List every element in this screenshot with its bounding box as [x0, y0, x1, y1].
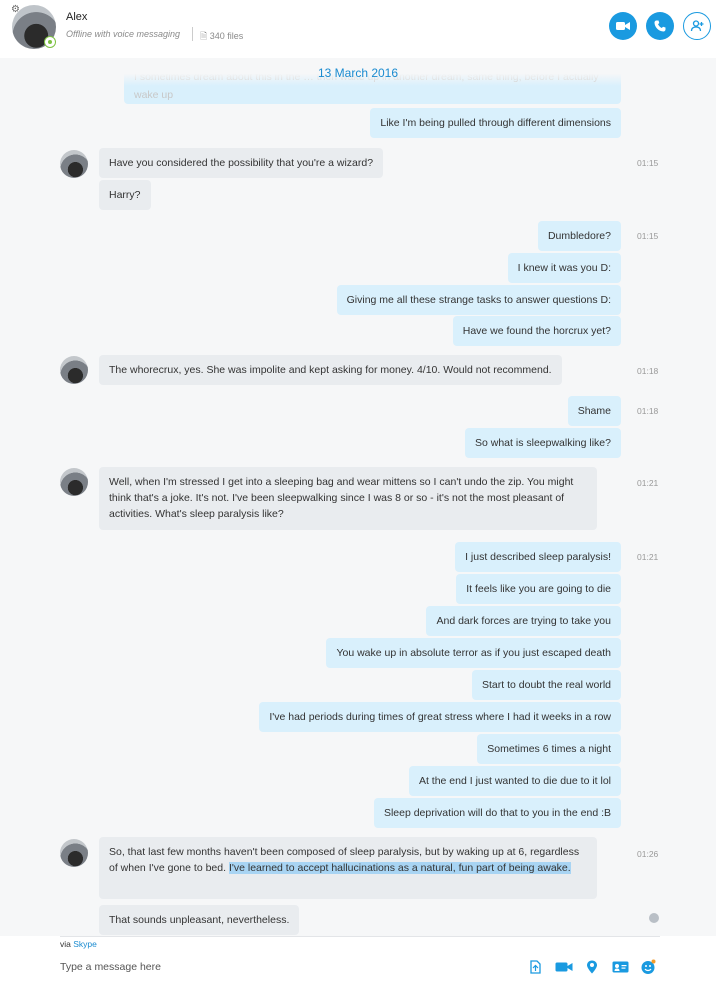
phone-icon: [654, 20, 666, 32]
send-location-button[interactable]: [583, 958, 601, 976]
message-timestamp: 01:21: [637, 478, 659, 488]
message-timestamp: 01:21: [637, 552, 659, 562]
gear-icon[interactable]: ⚙: [11, 4, 20, 15]
shared-files-link[interactable]: 🗎 340 files: [200, 29, 243, 45]
outgoing-message[interactable]: It feels like you are going to die: [456, 574, 621, 604]
send-contact-button[interactable]: [610, 958, 630, 976]
contact-avatar-small[interactable]: [60, 356, 88, 384]
audio-call-button[interactable]: [646, 12, 674, 40]
add-participant-button[interactable]: [683, 12, 711, 40]
incoming-message[interactable]: The whorecrux, yes. She was impolite and…: [99, 355, 562, 385]
incoming-message[interactable]: So, that last few months haven't been co…: [99, 837, 597, 899]
message-timestamp: 01:18: [637, 406, 659, 416]
message-history[interactable]: I sometimes dream about this in the … th…: [0, 58, 716, 936]
add-person-icon: [690, 20, 704, 32]
message-timestamp: 01:18: [637, 366, 659, 376]
message-timestamp: 01:15: [637, 231, 659, 241]
contact-avatar-small[interactable]: [60, 839, 88, 867]
video-call-button[interactable]: [609, 12, 637, 40]
emoticon-button[interactable]: [639, 958, 657, 976]
message-input[interactable]: [60, 958, 500, 976]
outgoing-message[interactable]: At the end I just wanted to die due to i…: [408, 766, 621, 796]
outgoing-message[interactable]: I just described sleep paralysis!: [455, 542, 621, 572]
outgoing-message[interactable]: I knew it was you D:: [507, 253, 621, 283]
date-separator: 13 March 2016: [317, 66, 399, 80]
conversation-header: ⚙ Alex Offline with voice messaging 🗎 34…: [0, 0, 716, 58]
outgoing-message[interactable]: Dumbledore?: [537, 221, 621, 251]
via-label: via: [60, 939, 71, 949]
incoming-message[interactable]: Well, when I'm stressed I get into a sle…: [99, 467, 597, 530]
send-file-icon: [530, 960, 541, 974]
status-divider: [192, 27, 193, 41]
outgoing-message[interactable]: Shame: [567, 396, 621, 426]
via-skype: via Skype: [60, 939, 97, 949]
contact-avatar-small[interactable]: [60, 468, 88, 496]
send-file-button[interactable]: [526, 958, 544, 976]
skype-link[interactable]: Skype: [73, 939, 97, 949]
outgoing-message[interactable]: So what is sleepwalking like?: [465, 428, 621, 458]
outgoing-message[interactable]: And dark forces are trying to take you: [426, 606, 621, 636]
outgoing-message[interactable]: Have we found the horcrux yet?: [452, 316, 621, 346]
files-count: 340 files: [209, 31, 244, 41]
incoming-message[interactable]: Have you considered the possibility that…: [99, 148, 384, 178]
scroll-to-bottom-button[interactable]: [649, 913, 659, 923]
selected-text: I've learned to accept hallucinations as…: [228, 862, 571, 874]
incoming-message[interactable]: Harry?: [99, 180, 151, 210]
emoticon-icon: [641, 959, 656, 974]
outgoing-message[interactable]: Start to doubt the real world: [472, 670, 621, 700]
message-timestamp: 01:26: [637, 849, 659, 859]
incoming-message[interactable]: That sounds unpleasant, nevertheless.: [99, 905, 300, 935]
location-icon: [587, 960, 597, 974]
composer-divider: [60, 936, 660, 937]
message-composer: via Skype: [0, 936, 716, 988]
contact-avatar-small[interactable]: [60, 150, 88, 178]
contact-status: Offline with voice messaging: [66, 29, 181, 39]
video-call-icon: [616, 22, 630, 30]
outgoing-message[interactable]: Sleep deprivation will do that to you in…: [373, 798, 621, 828]
video-message-icon: [555, 962, 573, 972]
message-timestamp: 01:15: [637, 158, 659, 168]
outgoing-message[interactable]: Giving me all these strange tasks to ans…: [336, 285, 621, 315]
presence-indicator: [44, 36, 56, 48]
outgoing-message[interactable]: I've had periods during times of great s…: [259, 702, 621, 732]
contact-name[interactable]: Alex: [66, 11, 87, 23]
video-message-button[interactable]: [554, 958, 574, 976]
outgoing-message[interactable]: Sometimes 6 times a night: [477, 734, 621, 764]
outgoing-message[interactable]: Like I'm being pulled through different …: [370, 108, 621, 138]
file-icon: 🗎: [200, 31, 208, 41]
contact-card-icon: [612, 961, 628, 973]
outgoing-message[interactable]: You wake up in absolute terror as if you…: [326, 638, 621, 668]
